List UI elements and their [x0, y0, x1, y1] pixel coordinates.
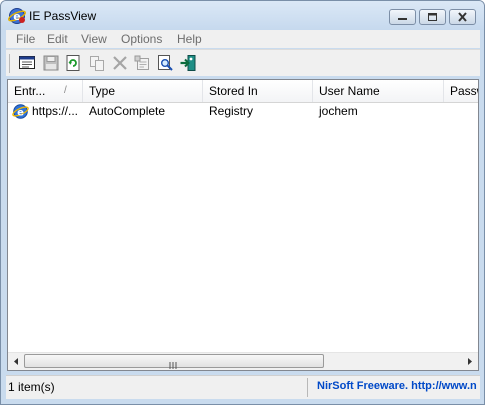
find-icon[interactable] — [156, 54, 174, 72]
ie-passview-app-icon: e — [8, 7, 26, 25]
column-header-entry[interactable]: Entr... / — [8, 80, 83, 102]
cell-user-name: jochem — [319, 104, 358, 118]
copy-icon[interactable] — [88, 54, 106, 72]
minimize-icon — [398, 18, 407, 20]
scroll-right-button[interactable] — [461, 353, 478, 370]
status-bar: 1 item(s) NirSoft Freeware. http://www.n… — [6, 375, 480, 400]
maximize-button[interactable] — [419, 9, 446, 25]
column-header-user-name[interactable]: User Name — [313, 80, 444, 102]
window-bottom-border — [1, 399, 484, 404]
menu-view[interactable]: View — [81, 32, 107, 46]
close-button[interactable] — [449, 9, 476, 25]
exit-icon[interactable] — [179, 54, 197, 72]
menu-edit[interactable]: Edit — [47, 32, 68, 46]
table-row[interactable]: e https://... AutoComplete Registry joch… — [8, 102, 478, 121]
menu-bar: File Edit View Options Help — [6, 30, 480, 48]
refresh-icon[interactable] — [64, 54, 82, 72]
arrow-right-icon — [468, 358, 472, 365]
close-icon — [458, 12, 467, 22]
title-bar[interactable]: e IE PassView — [1, 1, 484, 30]
password-list[interactable]: Entr... / Type Stored In User Name Passw — [7, 79, 479, 371]
sort-indicator: / — [64, 85, 67, 96]
status-divider — [307, 378, 308, 397]
arrow-left-icon — [14, 358, 18, 365]
scroll-grip — [168, 358, 178, 369]
app-window: e IE PassView File Edit View Options Hel… — [0, 0, 485, 405]
svg-text:e: e — [17, 107, 24, 118]
cell-type: AutoComplete — [89, 104, 166, 118]
cell-entry: https://... — [32, 104, 79, 118]
maximize-icon — [428, 13, 437, 21]
minimize-button[interactable] — [389, 9, 416, 25]
menu-help[interactable]: Help — [177, 32, 202, 46]
cell-stored-in: Registry — [209, 104, 254, 118]
properties-icon[interactable] — [133, 54, 151, 72]
column-header-type[interactable]: Type — [83, 80, 203, 102]
horizontal-scrollbar[interactable] — [8, 352, 478, 370]
column-header-stored-in[interactable]: Stored In — [203, 80, 313, 102]
scroll-left-button[interactable] — [8, 353, 25, 370]
toolbar — [6, 49, 480, 76]
toolbar-separator — [9, 54, 10, 73]
column-label-stored-in: Stored In — [209, 84, 258, 98]
save-icon[interactable] — [42, 54, 60, 72]
scroll-thumb[interactable] — [24, 354, 324, 369]
column-label-password: Passw — [450, 84, 478, 98]
html-report-icon[interactable] — [18, 54, 36, 72]
cell-password — [444, 102, 478, 121]
column-label-user-name: User Name — [319, 84, 380, 98]
nirsoft-link[interactable]: NirSoft Freeware. http://www.nirsoft.net — [317, 380, 477, 392]
menu-file[interactable]: File — [16, 32, 35, 46]
column-label-entry: Entr... — [14, 84, 46, 98]
delete-icon[interactable] — [111, 54, 129, 72]
item-count: 1 item(s) — [8, 380, 55, 394]
column-label-type: Type — [89, 84, 116, 98]
menu-options[interactable]: Options — [121, 32, 162, 46]
list-header: Entr... / Type Stored In User Name Passw — [8, 80, 478, 103]
column-header-password[interactable]: Passw — [444, 80, 478, 102]
window-title: IE PassView — [29, 9, 97, 23]
